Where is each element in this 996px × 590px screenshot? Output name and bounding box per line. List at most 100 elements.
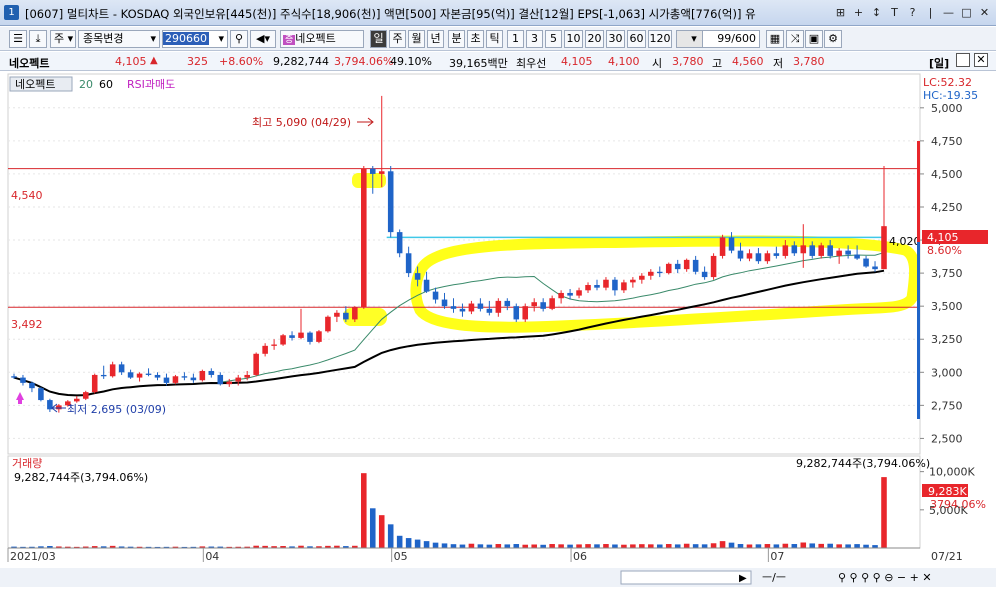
search-icon[interactable]: ⚲: [230, 30, 248, 48]
up-arrow-icon: ▲: [150, 55, 158, 66]
stock-name-box[interactable]: 증 네오펙트: [280, 30, 364, 48]
stock-change-label: 종목변경: [83, 32, 124, 45]
close-icon[interactable]: ✕: [976, 4, 993, 21]
candle-body: [181, 376, 188, 378]
price-tick-label: 5,000: [931, 102, 963, 115]
zoom-line-icon[interactable]: ㅡ/ㅡ: [762, 571, 786, 584]
highlight-gap-bottom: [343, 308, 387, 326]
candle-body: [56, 405, 62, 410]
count-total: /600: [731, 32, 756, 45]
chart-area[interactable]: 5,0004,7504,5004,2504,0003,7503,5003,250…: [0, 72, 996, 587]
period-tick-button[interactable]: 틱: [486, 30, 503, 48]
candle-body: [38, 388, 44, 401]
candle-body: [361, 168, 367, 308]
volume-bar: [854, 544, 860, 548]
candle-body: [109, 364, 116, 377]
info-best-label: 최우선: [516, 57, 547, 70]
interval-60-button[interactable]: 60: [627, 30, 646, 48]
hline-lower-label: 3,492: [11, 318, 43, 331]
candle-body: [540, 302, 546, 309]
restore-window-icon[interactable]: [956, 53, 970, 67]
text-icon[interactable]: T: [886, 4, 903, 21]
period-daily-button[interactable]: 일: [370, 30, 387, 48]
volume-bar: [531, 544, 537, 548]
volume-bar: [459, 544, 466, 548]
x-tick-label: 07: [770, 550, 784, 563]
title-buttons: ⊞ + ↕ T ? | — □ ✕: [832, 4, 993, 21]
x-tick-label: 2021/03: [10, 550, 56, 563]
candle-body: [253, 353, 259, 375]
candle-body: [630, 279, 636, 283]
speaker-icon[interactable]: ◀▾: [250, 30, 276, 48]
layout-icon[interactable]: ⊞: [832, 4, 849, 21]
minimize-icon[interactable]: —: [940, 4, 957, 21]
scroll-right-icon[interactable]: ▶: [739, 573, 747, 584]
candle-body: [280, 335, 286, 345]
candle-body: [612, 279, 618, 291]
interval-1-button[interactable]: 1: [507, 30, 524, 48]
candle-body: [208, 370, 215, 375]
tool-icons[interactable]: ⚲ ⚲ ⚲ ⚲ ⊖ − + ✕: [838, 571, 932, 584]
scroll-track[interactable]: [620, 570, 752, 585]
volume-bar: [782, 543, 789, 548]
volume-bar: [827, 543, 833, 548]
candle-body: [639, 275, 645, 280]
stock-type-select[interactable]: 주 ▾: [50, 30, 76, 48]
save-icon[interactable]: ▣: [805, 30, 823, 48]
stock-change-select[interactable]: 종목변경 ▾: [78, 30, 160, 48]
volume-bar: [414, 539, 421, 548]
price-tick-label: 3,750: [931, 267, 963, 280]
hline-upper-label: 4,540: [11, 189, 43, 202]
candle-body: [827, 245, 833, 256]
period-yearly-button[interactable]: 년: [427, 30, 444, 48]
stock-code-input[interactable]: 290660 ▾: [162, 30, 228, 48]
count-input[interactable]: 99/600: [702, 30, 760, 48]
volume-bar: [513, 544, 520, 548]
info-price: 4,105: [115, 55, 147, 68]
volume-bar: [728, 542, 735, 548]
interval-20-button[interactable]: 20: [585, 30, 604, 48]
volume-bar: [800, 542, 807, 548]
candle-body: [710, 255, 717, 278]
compare-icon[interactable]: ⤨: [786, 30, 804, 48]
volume-bar: [504, 544, 511, 548]
grid-icon[interactable]: ▦: [766, 30, 784, 48]
volume-bar: [603, 544, 609, 548]
title-bar: 1 [0607] 멀티차트 - KOSDAQ 외국인보유[445(천)] 주식수…: [0, 0, 996, 26]
candle-body: [585, 285, 591, 291]
download-icon[interactable]: ⤓: [29, 30, 47, 48]
candle-body: [316, 331, 322, 342]
info-volume: 9,282,744: [273, 55, 329, 68]
resize-icon[interactable]: ↕: [868, 4, 885, 21]
interval-10-button[interactable]: 10: [564, 30, 583, 48]
volume-bar: [710, 543, 717, 548]
current-price-tag-text: 4,105: [927, 231, 959, 244]
settings-gear-icon[interactable]: ⚙: [824, 30, 842, 48]
candlestick-chart[interactable]: 5,0004,7504,5004,2504,0003,7503,5003,250…: [0, 72, 996, 587]
maximize-icon[interactable]: □: [958, 4, 975, 21]
price-tick-label: 2,500: [931, 432, 963, 445]
close-chart-icon[interactable]: ✕: [974, 53, 988, 67]
add-icon[interactable]: +: [850, 4, 867, 21]
candle-body: [100, 374, 107, 377]
interval-30-button[interactable]: 30: [606, 30, 625, 48]
interval-3-button[interactable]: 3: [526, 30, 543, 48]
volume-bar: [809, 543, 816, 548]
candle-body: [692, 259, 699, 272]
period-second-button[interactable]: 초: [467, 30, 484, 48]
info-stock-name: 네오펙트: [9, 57, 50, 70]
highlight-gap-top: [352, 173, 386, 188]
volume-bar: [387, 524, 394, 548]
info-high: 4,560: [732, 55, 764, 68]
period-minute-button[interactable]: 분: [448, 30, 465, 48]
interval-120-button[interactable]: 120: [648, 30, 672, 48]
menu-icon[interactable]: ☰: [9, 30, 27, 48]
candle-body: [773, 253, 780, 256]
period-monthly-button[interactable]: 월: [408, 30, 425, 48]
interval-5-button[interactable]: 5: [545, 30, 562, 48]
candle-body: [872, 266, 878, 270]
period-weekly-button[interactable]: 주: [389, 30, 406, 48]
help-icon[interactable]: ?: [904, 4, 921, 21]
hc-value: HC:-19.35: [923, 89, 978, 102]
candle-body: [163, 377, 170, 383]
